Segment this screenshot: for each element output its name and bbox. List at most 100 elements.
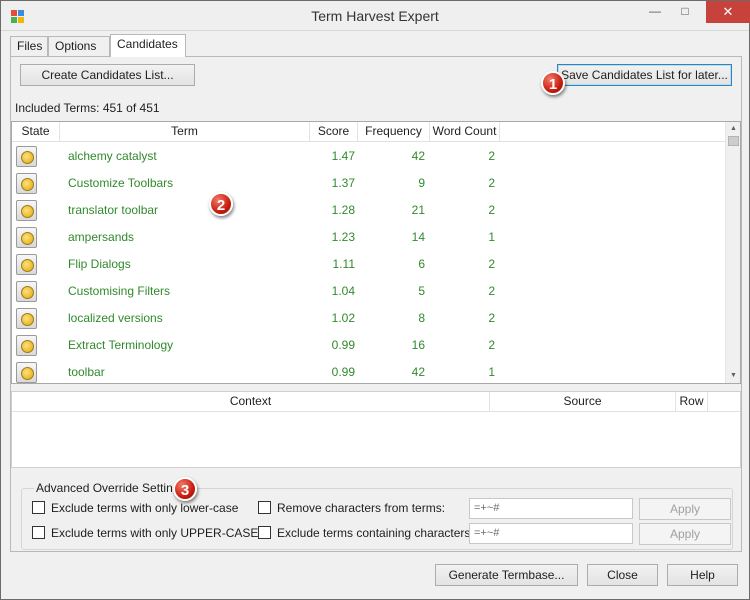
close-window-button[interactable]: ✕ (706, 1, 750, 23)
create-candidates-button[interactable]: Create Candidates List... (20, 64, 195, 86)
column-context[interactable]: Context (12, 392, 490, 411)
window-title: Term Harvest Expert (311, 8, 439, 24)
cell-score: 0.99 (331, 365, 355, 379)
checkbox-icon[interactable] (32, 526, 45, 539)
cell-frequency: 42 (411, 365, 425, 379)
cell-score: 1.04 (331, 284, 355, 298)
cell-score: 1.37 (331, 176, 355, 190)
column-state[interactable]: State (12, 122, 60, 141)
exclude-characters-input[interactable]: =+~# (469, 523, 633, 544)
cell-word-count: 1 (488, 365, 495, 379)
column-row[interactable]: Row (676, 392, 708, 411)
state-toggle-icon[interactable] (16, 281, 37, 302)
included-terms-count: Included Terms: 451 of 451 (15, 101, 160, 115)
cell-score: 1.11 (332, 257, 355, 271)
table-row[interactable]: alchemy catalyst 1.47 42 2 (12, 143, 726, 170)
state-toggle-icon[interactable] (16, 308, 37, 329)
save-candidates-button[interactable]: Save Candidates List for later... (557, 64, 732, 86)
cell-term: alchemy catalyst (68, 149, 157, 163)
cell-term: localized versions (68, 311, 163, 325)
column-word-count[interactable]: Word Count (430, 122, 500, 141)
table-row[interactable]: toolbar 0.99 42 1 (12, 359, 726, 383)
candidates-panel: Create Candidates List... Save Candidate… (10, 56, 742, 552)
callout-badge-2: 2 (209, 192, 233, 216)
cell-word-count: 2 (488, 257, 495, 271)
tab-files[interactable]: Files (10, 36, 48, 56)
remove-characters-label: Remove characters from terms: (277, 501, 446, 515)
state-toggle-icon[interactable] (16, 227, 37, 248)
maximize-button[interactable]: □ (671, 1, 699, 23)
generate-termbase-button[interactable]: Generate Termbase... (435, 564, 578, 586)
cell-score: 1.02 (331, 311, 355, 325)
exclude-uppercase-checkbox[interactable]: Exclude terms with only UPPER-CASE (32, 526, 258, 540)
minimize-button[interactable]: — (641, 1, 669, 23)
apply-exclude-button[interactable]: Apply (639, 523, 731, 545)
cell-frequency: 14 (411, 230, 425, 244)
cell-score: 1.47 (331, 149, 355, 163)
column-source[interactable]: Source (490, 392, 676, 411)
context-grid[interactable]: Context Source Row (11, 391, 741, 468)
grid-header: State Term Score Frequency Word Count (12, 122, 726, 142)
table-row[interactable]: Customising Filters 1.04 5 2 (12, 278, 726, 305)
remove-characters-input[interactable]: =+~# (469, 498, 633, 519)
state-toggle-icon[interactable] (16, 200, 37, 221)
scroll-thumb[interactable] (728, 136, 739, 146)
state-toggle-icon[interactable] (16, 146, 37, 167)
advanced-override-settings: Advanced Override Settings Exclude terms… (21, 481, 733, 550)
cell-word-count: 2 (488, 176, 495, 190)
exclude-lowercase-checkbox[interactable]: Exclude terms with only lower-case (32, 501, 238, 515)
cell-frequency: 6 (418, 257, 425, 271)
checkbox-icon[interactable] (258, 501, 271, 514)
context-grid-header: Context Source Row (12, 392, 740, 412)
title-bar: Term Harvest Expert — □ ✕ (1, 1, 750, 31)
state-toggle-icon[interactable] (16, 335, 37, 356)
cell-frequency: 8 (418, 311, 425, 325)
cell-term: Customising Filters (68, 284, 171, 298)
cell-word-count: 1 (488, 230, 495, 244)
dialog-buttons: Generate Termbase... Close Help (1, 553, 749, 599)
cell-term: Customize Toolbars (68, 176, 174, 190)
cell-word-count: 2 (488, 311, 495, 325)
candidates-grid[interactable]: State Term Score Frequency Word Count al… (11, 121, 741, 384)
checkbox-icon[interactable] (258, 526, 271, 539)
state-toggle-icon[interactable] (16, 254, 37, 275)
scroll-up-arrow-icon[interactable]: ▲ (726, 122, 740, 136)
exclude-uppercase-label: Exclude terms with only UPPER-CASE (51, 526, 259, 540)
tab-options[interactable]: Options (48, 36, 110, 56)
table-row[interactable]: Flip Dialogs 1.11 6 2 (12, 251, 726, 278)
close-button[interactable]: Close (587, 564, 658, 586)
scroll-down-arrow-icon[interactable]: ▼ (726, 369, 740, 383)
cell-score: 0.99 (331, 338, 355, 352)
cell-word-count: 2 (488, 338, 495, 352)
state-toggle-icon[interactable] (16, 362, 37, 383)
table-row[interactable]: Customize Toolbars 1.37 9 2 (12, 170, 726, 197)
callout-badge-3: 3 (173, 477, 197, 501)
cell-frequency: 9 (418, 176, 425, 190)
help-button[interactable]: Help (667, 564, 738, 586)
callout-badge-1: 1 (541, 71, 565, 95)
exclude-characters-label: Exclude terms containing characters: (277, 526, 474, 540)
table-row[interactable]: translator toolbar 1.28 21 2 (12, 197, 726, 224)
cell-term: Extract Terminology (68, 338, 174, 352)
state-toggle-icon[interactable] (16, 173, 37, 194)
column-score[interactable]: Score (310, 122, 358, 141)
checkbox-icon[interactable] (32, 501, 45, 514)
cell-frequency: 42 (411, 149, 425, 163)
grid-vertical-scrollbar[interactable]: ▲ ▼ (725, 122, 740, 383)
exclude-characters-checkbox[interactable]: Exclude terms containing characters: (258, 526, 474, 540)
cell-score: 1.23 (331, 230, 355, 244)
cell-term: translator toolbar (68, 203, 159, 217)
tab-candidates[interactable]: Candidates (110, 34, 186, 57)
table-row[interactable]: Extract Terminology 0.99 16 2 (12, 332, 726, 359)
cell-term: ampersands (68, 230, 135, 244)
column-frequency[interactable]: Frequency (358, 122, 430, 141)
cell-word-count: 2 (488, 284, 495, 298)
table-row[interactable]: ampersands 1.23 14 1 (12, 224, 726, 251)
cell-term: toolbar (68, 365, 105, 379)
advanced-settings-title: Advanced Override Settings (34, 481, 188, 495)
column-term[interactable]: Term (60, 122, 310, 141)
remove-characters-checkbox[interactable]: Remove characters from terms: (258, 501, 445, 515)
cell-term: Flip Dialogs (68, 257, 131, 271)
table-row[interactable]: localized versions 1.02 8 2 (12, 305, 726, 332)
apply-remove-button[interactable]: Apply (639, 498, 731, 520)
